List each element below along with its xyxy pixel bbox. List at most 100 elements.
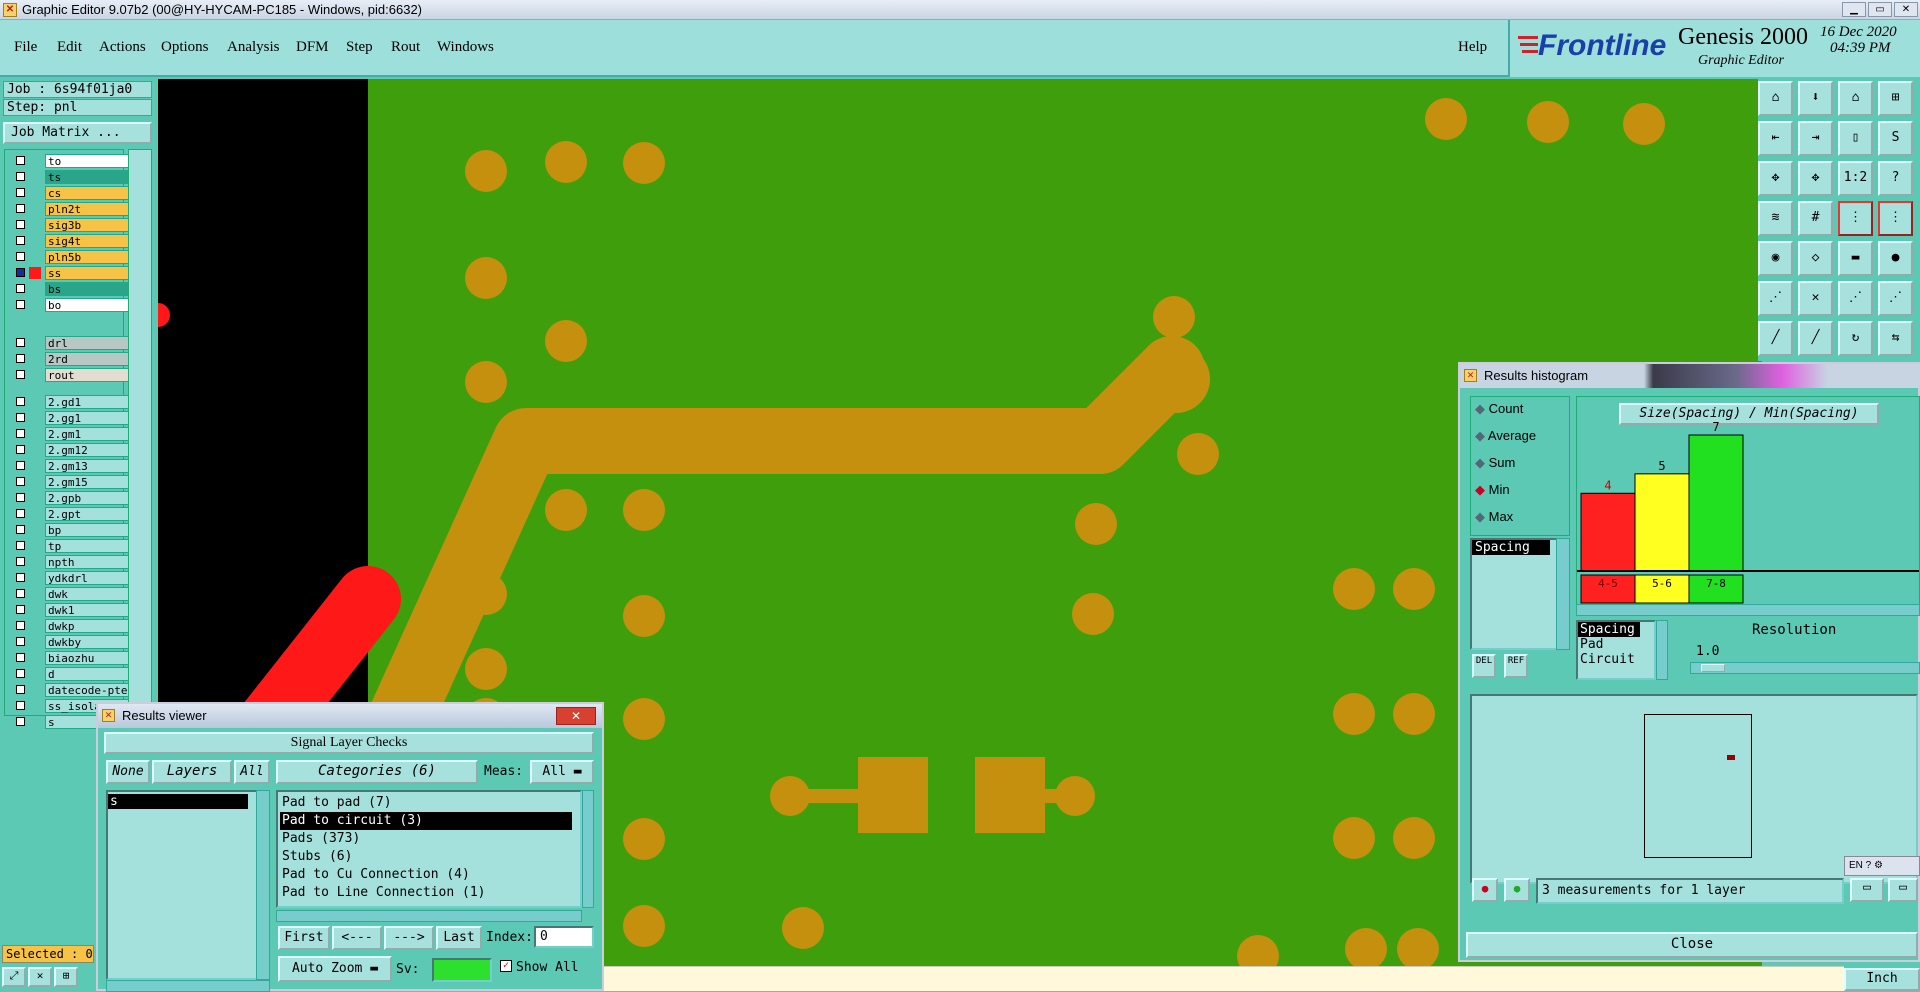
home-icon[interactable]: ⌂ bbox=[1838, 81, 1873, 116]
layer-row[interactable]: sig4t bbox=[13, 234, 136, 248]
job-matrix-button[interactable]: Job Matrix ... bbox=[3, 122, 152, 144]
attr-circuit[interactable]: Circuit bbox=[1578, 652, 1654, 667]
window-alt-icon[interactable]: ▭ bbox=[1888, 878, 1918, 902]
category-item[interactable]: Pad to pad (7) bbox=[280, 794, 572, 812]
histogram-bar[interactable] bbox=[1634, 473, 1690, 572]
layer-checkbox[interactable] bbox=[16, 188, 25, 197]
layer-list-hscrollbar[interactable] bbox=[106, 980, 270, 992]
layer-row[interactable]: 2.gpt bbox=[13, 507, 136, 521]
layer-checkbox[interactable] bbox=[16, 252, 25, 261]
zoom-fit-icon[interactable]: ✥ bbox=[1758, 161, 1793, 196]
pan-right-icon[interactable]: ⇥ bbox=[1798, 121, 1833, 156]
maximize-button[interactable]: ▭ bbox=[1868, 2, 1892, 17]
connect-icon[interactable]: ⋰ bbox=[1758, 281, 1793, 316]
ref-button[interactable]: REF bbox=[1504, 654, 1528, 678]
sv-color-select[interactable] bbox=[432, 958, 492, 982]
layer-display-icon[interactable]: ⋮ bbox=[1878, 201, 1913, 236]
fit-icon[interactable]: ▯ bbox=[1838, 121, 1873, 156]
layer-checkbox[interactable] bbox=[16, 701, 25, 710]
category-list[interactable]: Pad to pad (7) Pad to circuit (3) Pads (37… bbox=[276, 790, 582, 908]
layer-checkbox[interactable] bbox=[16, 621, 25, 630]
layer-row[interactable]: datecode-pte bbox=[13, 683, 136, 697]
layer-row[interactable]: dwkp bbox=[13, 619, 136, 633]
next-button[interactable]: ---> bbox=[384, 926, 434, 950]
grid-icon[interactable]: # bbox=[1798, 201, 1833, 236]
layer-row[interactable]: 2.gpb bbox=[13, 491, 136, 505]
layer-checkbox[interactable] bbox=[16, 354, 25, 363]
menu-help[interactable]: Help bbox=[1458, 39, 1487, 56]
minimize-button[interactable]: ▁ bbox=[1842, 2, 1866, 17]
layer-checkbox[interactable] bbox=[16, 509, 25, 518]
layer-select-icon[interactable]: ⋮ bbox=[1838, 201, 1873, 236]
layer-checkbox[interactable] bbox=[16, 685, 25, 694]
next-result-icon[interactable]: ● bbox=[1504, 878, 1530, 902]
one-to-two-icon[interactable]: 1:2 bbox=[1838, 161, 1873, 196]
language-bar[interactable]: EN ? ⚙ bbox=[1844, 856, 1920, 876]
mode-option[interactable]: ◆ Average bbox=[1475, 428, 1536, 444]
layer-checkbox[interactable] bbox=[16, 236, 25, 245]
attribute-scrollbar[interactable] bbox=[1656, 620, 1668, 680]
categories-button[interactable]: Categories (6) bbox=[276, 760, 478, 784]
menu-options[interactable]: Options bbox=[161, 39, 209, 56]
arc-icon[interactable]: ↻ bbox=[1838, 321, 1873, 356]
pad-icon[interactable]: ● bbox=[1878, 241, 1913, 276]
snapshot-icon[interactable]: ◉ bbox=[1758, 241, 1793, 276]
layer-row[interactable]: pln5b bbox=[13, 250, 136, 264]
last-button[interactable]: Last bbox=[436, 926, 482, 950]
radio-icon[interactable]: ◆ bbox=[1475, 455, 1485, 471]
menu-file[interactable]: File bbox=[14, 39, 37, 56]
layer-checkbox[interactable] bbox=[16, 370, 25, 379]
layer-row[interactable]: tp bbox=[13, 539, 136, 553]
layer-list-vscrollbar[interactable] bbox=[256, 790, 270, 980]
menu-actions[interactable]: Actions bbox=[99, 39, 146, 56]
layer-list-scrollbar[interactable] bbox=[128, 149, 152, 716]
meas-select[interactable]: All ▬ bbox=[530, 760, 594, 784]
layer-checkbox[interactable] bbox=[16, 477, 25, 486]
layer-row[interactable]: drl bbox=[13, 336, 136, 350]
histogram-bar[interactable] bbox=[1580, 492, 1636, 572]
layer-row[interactable]: ss bbox=[13, 266, 136, 280]
layer-checkbox[interactable] bbox=[16, 653, 25, 662]
mode-option[interactable]: ◆ Max bbox=[1475, 509, 1513, 525]
layer-row[interactable]: bo bbox=[13, 298, 136, 312]
layer-checkbox[interactable] bbox=[16, 573, 25, 582]
histogram-bar[interactable] bbox=[1688, 434, 1744, 572]
all-button[interactable]: All bbox=[234, 760, 270, 784]
zoom-home-icon[interactable]: ⌂ bbox=[1758, 81, 1793, 116]
layer-row[interactable]: sig3b bbox=[13, 218, 136, 232]
layer-checkbox[interactable] bbox=[16, 204, 25, 213]
menu-dfm[interactable]: DFM bbox=[296, 39, 329, 56]
layer-checkbox[interactable] bbox=[16, 413, 25, 422]
layer-row[interactable]: 2rd bbox=[13, 352, 136, 366]
radio-icon[interactable]: ◆ bbox=[1475, 509, 1485, 525]
histogram-attr-item[interactable]: Spacing bbox=[1472, 540, 1550, 555]
layer-checkbox[interactable] bbox=[16, 268, 25, 277]
layer-checkbox[interactable] bbox=[16, 284, 25, 293]
measure-icon[interactable]: ≋ bbox=[1758, 201, 1793, 236]
layer-row[interactable]: 2.gm12 bbox=[13, 443, 136, 457]
layer-result-item[interactable]: s bbox=[108, 794, 248, 809]
layer-checkbox[interactable] bbox=[16, 637, 25, 646]
units-select[interactable]: Inch bbox=[1844, 968, 1920, 991]
layer-row[interactable]: 2.gm1 bbox=[13, 427, 136, 441]
layer-checkbox[interactable] bbox=[16, 589, 25, 598]
cross-select-icon[interactable]: ✕ bbox=[1798, 281, 1833, 316]
index-input[interactable]: 0 bbox=[534, 926, 594, 948]
attr-pad[interactable]: Pad bbox=[1578, 637, 1654, 652]
ruler-icon[interactable]: ▬ bbox=[1838, 241, 1873, 276]
radio-icon[interactable]: ◆ bbox=[1475, 401, 1485, 417]
category-item[interactable]: Pad to Cu Connection (4) bbox=[280, 866, 572, 884]
layer-row[interactable]: bs bbox=[13, 282, 136, 296]
pen-icon[interactable]: ◇ bbox=[1798, 241, 1833, 276]
layer-checkbox[interactable] bbox=[16, 557, 25, 566]
layer-row[interactable]: biaozhu bbox=[13, 651, 136, 665]
layer-checkbox[interactable] bbox=[16, 397, 25, 406]
layer-row[interactable]: 2.gg1 bbox=[13, 411, 136, 425]
mode-option[interactable]: ◆ Count bbox=[1475, 401, 1523, 417]
menu-windows[interactable]: Windows bbox=[437, 39, 494, 56]
layers-button[interactable]: Layers bbox=[152, 760, 232, 784]
layer-checkbox[interactable] bbox=[16, 220, 25, 229]
layer-checkbox[interactable] bbox=[16, 338, 25, 347]
show-all-checkbox[interactable]: ✓ bbox=[500, 960, 512, 972]
menu-analysis[interactable]: Analysis bbox=[227, 39, 280, 56]
